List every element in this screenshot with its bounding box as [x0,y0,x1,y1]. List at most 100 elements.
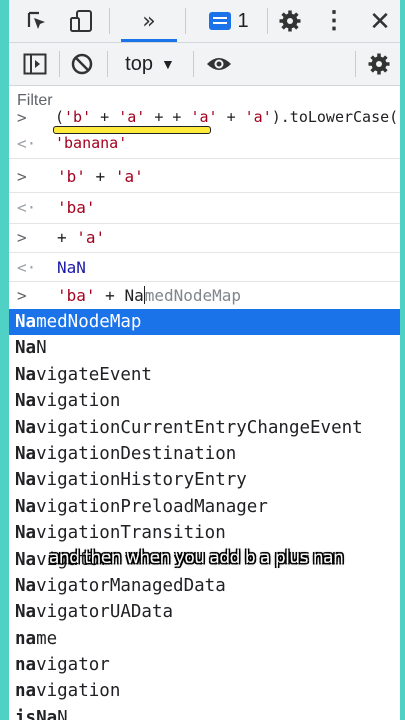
code-token: + [91,108,119,126]
autocomplete-item[interactable]: isNaN [9,705,400,720]
console-output-row: <· 'ba' [9,193,400,224]
autocomplete-item[interactable]: navigation [9,678,400,704]
autocomplete-rest: vigatorUAData [36,602,174,623]
autocomplete-item[interactable]: name [9,626,400,652]
inspect-cursor-icon [27,11,45,29]
code-token: 'b' [64,108,92,126]
autocomplete-match: na [15,681,37,702]
autocomplete-rest: medNodeMap [36,312,142,332]
toolbar-separator [107,51,108,77]
more-tabs-button[interactable]: » [121,0,177,42]
toolbar-separator [59,51,60,77]
output-value: 'ba' [57,198,96,217]
inspect-element-button[interactable] [17,0,57,42]
autocomplete-match: na [15,655,37,676]
context-selector[interactable]: top ▼ [115,43,185,85]
settings-button[interactable] [275,0,305,42]
autocomplete-item[interactable]: NavigateEvent [9,362,400,388]
close-devtools-button[interactable]: ✕ [364,0,396,42]
devtools-panel: » 1 ⋮ ✕ top ▼ Filter > ('b' + 'a' + + 'a… [9,0,400,720]
input-expression[interactable]: + 'a' [57,228,105,247]
autocomplete-match: Na [15,417,37,438]
code-token: + [57,228,77,247]
code-token: 'ba' [57,286,96,305]
code-token: + + [145,108,191,126]
code-token: + [95,286,125,305]
input-chevron-icon: > [17,286,27,305]
console-prompt[interactable]: > 'ba' + NamedNodeMap [9,282,400,309]
code-token: 'a' [118,108,146,126]
output-arrow-icon: <· [17,198,37,217]
toolbar-separator [193,51,194,77]
autocomplete-rest: vigationPreloadManager [36,496,268,517]
autocomplete-list: NamedNodeMap NaN NavigateEvent Navigation Na… [9,309,400,720]
message-icon [209,12,232,30]
autocomplete-item[interactable]: NavigatorUAData [9,599,400,625]
autocomplete-match: Na [15,443,37,464]
issues-badge-button[interactable]: 1 [199,0,259,42]
device-toolbar-button[interactable] [61,0,101,42]
context-label: top [125,52,153,75]
autocomplete-match: Na [15,312,37,332]
output-value: 'banana' [55,134,128,152]
close-icon: ✕ [369,5,391,36]
toggle-sidebar-button[interactable] [17,43,53,85]
input-expression[interactable]: 'b' + 'a' [57,167,144,186]
code-token: + [85,167,115,186]
filter-bar: Filter [9,86,400,109]
live-expression-button[interactable] [201,43,237,85]
input-chevron-icon: > [17,167,27,186]
autocomplete-item[interactable]: NamedNodeMap [9,309,400,336]
autocomplete-item[interactable]: NavigationCurrentEntryChangeEvent [9,415,400,441]
code-token: 'b' [57,167,86,186]
device-icon [70,10,92,32]
autocomplete-item[interactable]: NavigationPreloadManager [9,494,400,520]
autocomplete-match: Na [15,496,37,517]
autocomplete-item[interactable]: NavigatorManagedData [9,573,400,599]
console-settings-button[interactable] [363,43,395,85]
prompt-input[interactable]: 'ba' + NamedNodeMap [57,286,241,305]
autocomplete-item[interactable]: NaN [9,335,400,361]
tab-separator [267,8,268,34]
autocomplete-item[interactable]: NavigationDestination [9,441,400,467]
input-expression[interactable]: ('b' + 'a' + + 'a' + 'a').toLowerCase() [55,108,400,126]
autocomplete-item[interactable]: navigator [9,652,400,678]
autocomplete-rest: N [57,707,68,720]
autocomplete-item[interactable]: Navigation [9,388,400,414]
input-chevron-icon: > [17,228,27,247]
autocomplete-item[interactable]: NavigationTransition [9,520,400,546]
autocomplete-match: Na [15,549,37,570]
autocomplete-match: isNa [15,707,58,720]
input-chevron-icon: > [17,108,27,127]
autocomplete-match: Na [15,575,37,596]
console-input-row: > + 'a' [9,224,400,253]
autocomplete-match: Na [15,391,37,412]
customize-menu-button[interactable]: ⋮ [319,0,349,42]
code-token: ).toLowerCase() [271,108,400,126]
toolbar-separator [355,51,356,77]
autocomplete-rest: me [36,628,58,649]
issues-count: 1 [237,9,249,32]
eye-icon [207,58,231,70]
video-caption: and then when you add b a plus nan [49,548,344,568]
autocomplete-rest: vigator [36,655,110,676]
autocomplete-rest: vigationCurrentEntryChangeEvent [36,417,363,438]
clear-console-button[interactable] [65,43,99,85]
console-output-row: <· NaN [9,253,400,282]
autocomplete-rest: vigation [36,391,121,412]
typed-text: Na [124,286,144,305]
autocomplete-rest: vigateEvent [36,364,152,385]
autocomplete-ghost-text: medNodeMap [144,286,242,305]
dropdown-caret-icon: ▼ [160,56,175,72]
gear-icon [368,53,390,75]
code-token: + [217,108,245,126]
autocomplete-item[interactable]: NavigationHistoryEntry [9,467,400,493]
kebab-menu-icon: ⋮ [322,7,346,34]
console-toolbar: top ▼ [9,43,400,86]
autocomplete-match: Na [15,470,37,491]
output-arrow-icon: <· [17,134,37,153]
sidebar-icon [23,53,47,75]
autocomplete-match: Na [15,523,37,544]
active-tab-indicator [121,39,177,42]
devtools-tab-bar: » 1 ⋮ ✕ [9,0,400,43]
